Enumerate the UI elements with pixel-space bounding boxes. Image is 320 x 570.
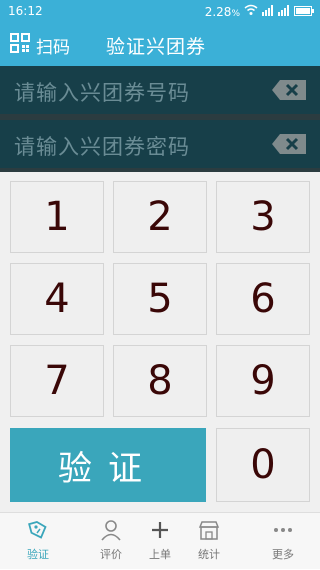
- input-area: 请输入兴团券号码 请输入兴团券密码: [0, 66, 320, 172]
- tab-more[interactable]: 更多: [251, 513, 315, 570]
- backspace-icon[interactable]: [272, 80, 306, 104]
- coupon-number-placeholder: 请输入兴团券号码: [14, 81, 190, 105]
- keypad: 1 2 3 4 5 6 7 8 9 验证 0: [0, 172, 320, 512]
- battery-icon: [294, 5, 314, 19]
- more-dots-icon: [251, 519, 315, 541]
- status-bar: 16:12 2.28%: [0, 0, 320, 22]
- key-4[interactable]: 4: [10, 263, 104, 335]
- qr-code-icon: [10, 33, 30, 58]
- tab-label: 更多: [272, 548, 294, 561]
- wifi-icon: [244, 4, 258, 19]
- status-time: 16:12: [8, 4, 43, 18]
- tab-verify[interactable]: 验证: [6, 513, 70, 570]
- scan-label: 扫码: [36, 38, 70, 58]
- key-6[interactable]: 6: [216, 263, 310, 335]
- key-9[interactable]: 9: [216, 345, 310, 417]
- coupon-password-field[interactable]: 请输入兴团券密码: [0, 120, 320, 168]
- scan-button[interactable]: 扫码: [10, 33, 70, 58]
- bottom-tab-bar: 验证 评价 上单 统计 更多: [0, 512, 320, 569]
- tab-label: 验证: [27, 548, 49, 561]
- shop-icon: [177, 519, 241, 541]
- key-8[interactable]: 8: [113, 345, 207, 417]
- signal-icon: [262, 4, 274, 19]
- key-7[interactable]: 7: [10, 345, 104, 417]
- key-5[interactable]: 5: [113, 263, 207, 335]
- title-bar: 扫码 验证兴团券: [0, 22, 320, 66]
- status-right-group: 2.28%: [205, 4, 314, 19]
- coupon-password-placeholder: 请输入兴团券密码: [14, 135, 190, 159]
- key-1[interactable]: 1: [10, 181, 104, 253]
- verify-button[interactable]: 验证: [10, 428, 206, 502]
- tab-label: 统计: [198, 548, 220, 561]
- page-title: 验证兴团券: [106, 36, 207, 58]
- tab-statistics[interactable]: 统计: [177, 513, 241, 570]
- key-0[interactable]: 0: [216, 428, 310, 502]
- key-3[interactable]: 3: [216, 181, 310, 253]
- backspace-icon[interactable]: [272, 134, 306, 158]
- battery-percent-text: 2.28%: [204, 4, 240, 19]
- tag-icon: [6, 519, 70, 541]
- key-2[interactable]: 2: [113, 181, 207, 253]
- coupon-number-field[interactable]: 请输入兴团券号码: [0, 66, 320, 114]
- signal-icon-2: [278, 4, 290, 19]
